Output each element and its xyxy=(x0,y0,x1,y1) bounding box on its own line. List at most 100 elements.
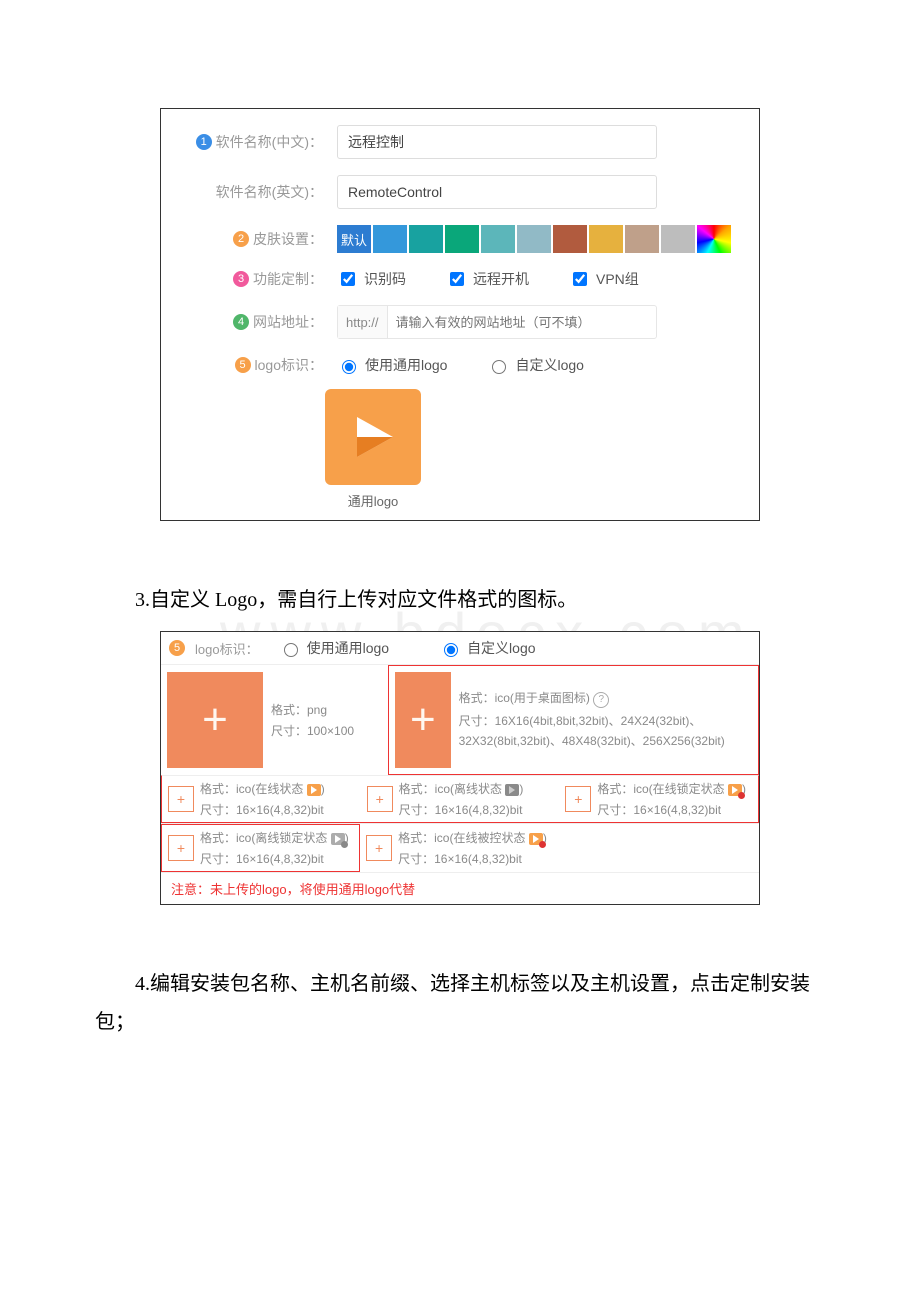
ico-format: 格式：ico(用于桌面图标) ? xyxy=(459,689,752,708)
row-features: 3 功能定制： 识别码 远程开机 VPN组 xyxy=(161,261,759,297)
swatch-default[interactable]: 默认 xyxy=(337,225,371,253)
badge-1: 1 xyxy=(196,134,212,150)
upload-offline-lock: + 格式：ico(离线锁定状态 ) 尺寸：16×16(4,8,32)bit xyxy=(161,824,360,872)
radio-custom-label-2: 自定义logo xyxy=(467,638,535,658)
upload-offline-lock-button[interactable]: + xyxy=(168,835,194,861)
panel2-header: 5 logo标识： 使用通用logo 自定义logo xyxy=(161,632,759,665)
cb-vpn-label: VPN组 xyxy=(596,269,639,289)
help-icon[interactable]: ? xyxy=(593,692,609,708)
upload-offline: + 格式：ico(离线状态 ) 尺寸：16×16(4,8,32)bit xyxy=(361,776,560,822)
offline-lock-size: 尺寸：16×16(4,8,32)bit xyxy=(200,850,349,867)
upload-png-info: 格式：png 尺寸：100×100 xyxy=(271,701,354,739)
radio-common-input[interactable] xyxy=(342,360,356,374)
badge-3: 3 xyxy=(233,271,249,287)
swatch-custom-color[interactable] xyxy=(697,225,731,253)
row-website: 4 网站地址： http:// xyxy=(161,297,759,347)
online-format: 格式：ico(在线状态 ) xyxy=(200,780,325,797)
radio-common-label: 使用通用logo xyxy=(365,355,447,375)
step-4-text: 4.编辑安装包名称、主机名前缀、选择主机标签以及主机设置，点击定制安装包； xyxy=(95,965,825,1041)
skin-swatches: 默认 xyxy=(337,225,731,253)
common-logo-preview: 通用logo xyxy=(325,389,421,510)
label-text-features: 功能定制： xyxy=(253,269,323,289)
step-3-text: 3.自定义 Logo，需自行上传对应文件格式的图标。 xyxy=(95,581,825,619)
label-text-skin: 皮肤设置： xyxy=(253,229,323,249)
swatch-1[interactable] xyxy=(373,225,407,253)
upload-online: + 格式：ico(在线状态 ) 尺寸：16×16(4,8,32)bit xyxy=(162,776,361,822)
label-logo: 5 logo标识： xyxy=(173,355,323,375)
label-text-website: 网站地址： xyxy=(253,312,323,332)
swatch-8[interactable] xyxy=(625,225,659,253)
cb-idcode-input[interactable] xyxy=(341,272,355,286)
cb-vpn-input[interactable] xyxy=(573,272,587,286)
offline-size: 尺寸：16×16(4,8,32)bit xyxy=(399,801,524,818)
empty-cell xyxy=(559,824,758,872)
label-software-en: 软件名称(英文)： xyxy=(173,182,323,202)
upload-online-controlled: + 格式：ico(在线被控状态 ) 尺寸：16×16(4,8,32)bit xyxy=(360,824,559,872)
radio-common-label-2: 使用通用logo xyxy=(307,638,389,658)
input-software-cn[interactable] xyxy=(337,125,657,159)
offline-lock-status-icon xyxy=(331,833,345,845)
panel2-label: logo标识： xyxy=(195,639,259,658)
radio-custom-label: 自定义logo xyxy=(515,355,583,375)
radio-custom-logo[interactable]: 自定义logo xyxy=(487,355,583,375)
logo-upload-panel: 5 logo标识： 使用通用logo 自定义logo + 格式：png 尺寸：1… xyxy=(160,631,760,905)
offline-status-icon xyxy=(505,784,519,796)
upload-online-button[interactable]: + xyxy=(168,786,194,812)
upload-note: 注意：未上传的logo，将使用通用logo代替 xyxy=(161,872,759,904)
radio-common-input-2[interactable] xyxy=(284,643,298,657)
online-size: 尺寸：16×16(4,8,32)bit xyxy=(200,801,325,818)
small-row-2: + 格式：ico(离线锁定状态 ) 尺寸：16×16(4,8,32)bit + … xyxy=(161,823,759,872)
url-input[interactable] xyxy=(388,315,656,330)
upload-ico-desktop: + 格式：ico(用于桌面图标) ? 尺寸：16X16(4bit,8bit,32… xyxy=(388,665,759,775)
swatch-6[interactable] xyxy=(553,225,587,253)
common-logo-caption: 通用logo xyxy=(325,491,421,510)
upload-png-button[interactable]: + xyxy=(167,672,263,768)
row-software-name-en: 软件名称(英文)： xyxy=(161,167,759,217)
upload-png: + 格式：png 尺寸：100×100 xyxy=(161,665,388,775)
online-ctrl-status-icon xyxy=(529,833,543,845)
radio-custom-input-2[interactable] xyxy=(444,643,458,657)
upload-offline-button[interactable]: + xyxy=(367,786,393,812)
big-upload-row: + 格式：png 尺寸：100×100 + 格式：ico(用于桌面图标) ? 尺… xyxy=(161,665,759,775)
radio-common-logo-2[interactable]: 使用通用logo xyxy=(279,638,389,658)
cb-idcode-label: 识别码 xyxy=(364,269,406,289)
url-prefix: http:// xyxy=(338,306,388,338)
radio-custom-logo-2[interactable]: 自定义logo xyxy=(439,638,535,658)
radio-custom-input[interactable] xyxy=(492,360,506,374)
config-panel: 1 软件名称(中文)： 软件名称(英文)： 2 皮肤设置： 默认 xyxy=(160,108,760,521)
badge-2: 2 xyxy=(233,231,249,247)
cb-remote-input[interactable] xyxy=(450,272,464,286)
swatch-2[interactable] xyxy=(409,225,443,253)
ico-sizes: 尺寸：16X16(4bit,8bit,32bit)、24X24(32bit)、3… xyxy=(459,712,752,750)
badge-5b: 5 xyxy=(169,640,185,656)
swatch-5[interactable] xyxy=(517,225,551,253)
input-software-en[interactable] xyxy=(337,175,657,209)
label-skin: 2 皮肤设置： xyxy=(173,229,323,249)
online-ctrl-format: 格式：ico(在线被控状态 ) xyxy=(398,829,547,846)
checkbox-vpn-group[interactable]: VPN组 xyxy=(569,269,639,289)
label-features: 3 功能定制： xyxy=(173,269,323,289)
swatch-3[interactable] xyxy=(445,225,479,253)
cb-remote-label: 远程开机 xyxy=(473,269,529,289)
swatch-9[interactable] xyxy=(661,225,695,253)
upload-ico-desktop-info: 格式：ico(用于桌面图标) ? 尺寸：16X16(4bit,8bit,32bi… xyxy=(459,689,752,750)
png-format: 格式：png xyxy=(271,701,354,718)
offline-format: 格式：ico(离线状态 ) xyxy=(399,780,524,797)
checkbox-remote-boot[interactable]: 远程开机 xyxy=(446,269,529,289)
png-size: 尺寸：100×100 xyxy=(271,722,354,739)
swatch-4[interactable] xyxy=(481,225,515,253)
row-skin: 2 皮肤设置： 默认 xyxy=(161,217,759,261)
upload-online-ctrl-button[interactable]: + xyxy=(366,835,392,861)
radio-common-logo[interactable]: 使用通用logo xyxy=(337,355,447,375)
label-website: 4 网站地址： xyxy=(173,312,323,332)
common-logo-icon xyxy=(325,389,421,485)
small-row-1: + 格式：ico(在线状态 ) 尺寸：16×16(4,8,32)bit + 格式… xyxy=(161,775,759,823)
upload-ico-desktop-button[interactable]: + xyxy=(395,672,450,768)
label-text-logo: logo标识： xyxy=(255,355,323,375)
url-field[interactable]: http:// xyxy=(337,305,657,339)
upload-online-lock-button[interactable]: + xyxy=(565,786,591,812)
swatch-7[interactable] xyxy=(589,225,623,253)
badge-4: 4 xyxy=(233,314,249,330)
online-ctrl-size: 尺寸：16×16(4,8,32)bit xyxy=(398,850,547,867)
checkbox-idcode[interactable]: 识别码 xyxy=(337,269,406,289)
